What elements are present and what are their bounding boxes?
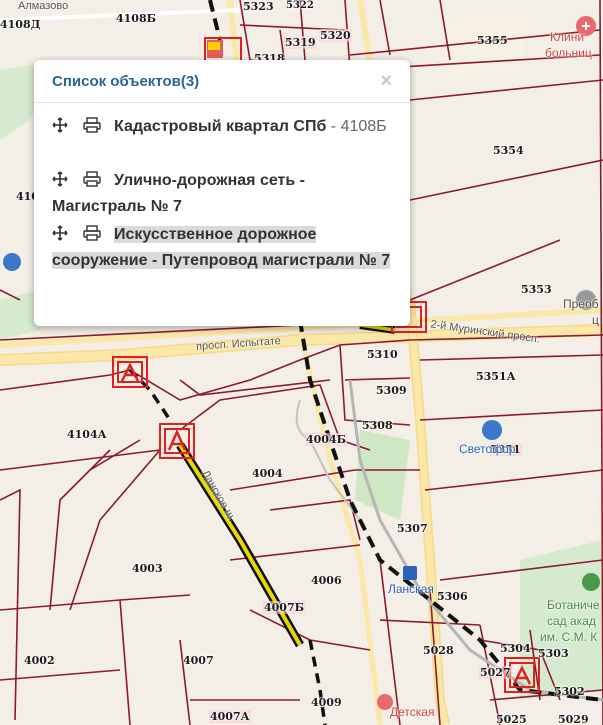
poi-botanic-label-2: сад акад — [547, 614, 596, 628]
parcel-label: 5310 — [367, 348, 398, 361]
parcel-label: 5028 — [423, 644, 454, 657]
parcel-label: 5320 — [319, 29, 352, 42]
poi-botanic-label-3: им. С.М. К — [540, 630, 598, 644]
parcel-label: 4108Б — [116, 12, 157, 25]
parcel-label: 5309 — [376, 384, 407, 397]
object-name[interactable]: Кадастровый квартал СПб — [114, 118, 326, 135]
object-list-item-highlighted: Искусственное дорожное сооружение - Путе… — [52, 222, 392, 274]
parcel-label: 5025 — [496, 713, 527, 725]
object-list-popup: Список объектов(3) × Кадастровый квартал… — [34, 60, 410, 326]
poi-almazovo-label: Алмазово — [18, 0, 69, 12]
object-list-item: Улично-дорожная сеть - Магистраль № 7 — [52, 168, 392, 220]
parcel-label: 5304 — [500, 642, 531, 655]
parcel-label: 4009 — [311, 696, 342, 709]
close-icon[interactable]: × — [380, 71, 392, 91]
parcel-label: 4007А — [209, 710, 251, 723]
poi-detskaya-label: Детская — [390, 705, 435, 719]
parcel-label: 4004 — [252, 467, 283, 480]
parcel-label: 5355 — [477, 34, 508, 47]
parcel-label: 5303 — [538, 647, 569, 660]
popup-header: Список объектов(3) × — [34, 60, 410, 103]
move-icon[interactable] — [52, 116, 76, 133]
move-icon[interactable] — [52, 224, 76, 241]
object-list-item: Кадастровый квартал СПб - 4108Б — [52, 114, 392, 140]
object-value: - 4108Б — [326, 118, 387, 135]
poi-clinic-label-2: больниц — [545, 46, 592, 60]
parcel-label: 4003 — [132, 562, 163, 575]
parcel-label: 5302 — [554, 685, 585, 698]
parcel-label: 5029 — [558, 713, 589, 725]
poi-clinic-label: Клини — [550, 30, 585, 44]
parcel-label: 5307 — [397, 522, 428, 535]
parcel-label: 4002 — [24, 654, 55, 667]
parcel-label: 5351А — [476, 370, 516, 383]
parcel-label: 5027 — [479, 666, 512, 679]
move-icon[interactable] — [52, 170, 76, 187]
parcel-label: 4007 — [183, 654, 214, 667]
parcel-label: 5319 — [284, 36, 317, 49]
parcel-label: 5306 — [437, 590, 468, 603]
print-icon[interactable] — [83, 170, 107, 187]
popup-title: Список объектов(3) — [52, 73, 200, 90]
parcel-label: 5308 — [362, 419, 393, 432]
parcel-label: 4004Б — [305, 433, 348, 446]
parcel-label: 4007Б — [263, 601, 306, 614]
print-icon[interactable] — [83, 116, 107, 133]
parcel-label: 5323 — [243, 0, 274, 13]
poi-svetofor-label: Светофор — [459, 442, 516, 456]
poi-preob-label: Преоб — [563, 297, 599, 311]
print-icon[interactable] — [83, 224, 107, 241]
poi-botanic-label: Ботаниче — [547, 598, 600, 612]
poi-preob-label-2: ц — [592, 313, 599, 327]
parcel-label: 5322 — [286, 0, 314, 11]
parcel-label: 4104А — [67, 428, 107, 441]
parcel-label: 5353 — [521, 283, 552, 296]
parcel-label: 4108Д — [0, 18, 41, 31]
parcel-label: 4006 — [311, 574, 342, 587]
parcel-label: 5354 — [493, 144, 524, 157]
poi-lanskaya-label: Ланская — [388, 582, 434, 596]
